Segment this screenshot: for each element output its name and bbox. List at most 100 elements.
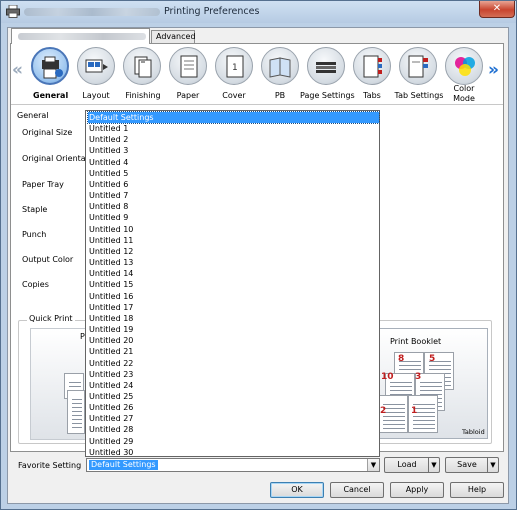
dropdown-option[interactable]: Untitled 27 <box>88 413 379 424</box>
page-text-line <box>413 424 435 425</box>
scroll-right-icon[interactable]: » <box>488 62 499 79</box>
color-mode-label: Color Mode <box>453 84 475 103</box>
booklet-page-number: 8 <box>398 354 405 364</box>
dropdown-option[interactable]: Untitled 29 <box>88 436 379 447</box>
tabs-label: Tabs <box>363 91 381 100</box>
layout-button[interactable] <box>77 47 115 85</box>
dropdown-option[interactable]: Untitled 2 <box>88 134 379 145</box>
page-text-line <box>390 386 412 387</box>
page-text-line <box>383 412 405 413</box>
dropdown-option[interactable]: Untitled 13 <box>88 257 379 268</box>
tab-advanced[interactable]: Advanced <box>151 30 196 44</box>
dropdown-option[interactable]: Untitled 3 <box>88 145 379 156</box>
cancel-button[interactable]: Cancel <box>330 482 384 498</box>
output-color-label: Output Color <box>22 255 74 264</box>
dropdown-option[interactable]: Untitled 23 <box>88 369 379 380</box>
page-text-line <box>399 365 421 366</box>
dropdown-option[interactable]: Untitled 5 <box>88 168 379 179</box>
tab-main[interactable] <box>11 28 150 44</box>
dropdown-option[interactable]: Untitled 22 <box>88 358 379 369</box>
apply-button[interactable]: Apply <box>390 482 444 498</box>
finishing-button[interactable] <box>123 47 161 85</box>
tab-settings-button[interactable] <box>399 47 437 85</box>
general-icon <box>42 56 63 79</box>
paper-icon <box>180 55 198 78</box>
page-text-line <box>413 416 435 417</box>
finishing-label: Finishing <box>125 91 161 100</box>
help-button[interactable]: Help <box>450 482 504 498</box>
close-button[interactable]: ✕ <box>479 1 515 18</box>
tab-settings-label: Tab Settings <box>394 91 444 100</box>
load-button[interactable]: Load ▼ <box>384 457 440 473</box>
staple-label: Staple <box>22 205 48 214</box>
title-bar[interactable]: Printing Preferences ✕ <box>1 1 516 23</box>
quick-print-page <box>67 390 85 434</box>
dropdown-option[interactable]: Untitled 16 <box>88 291 379 302</box>
tab-settings-icon <box>408 55 428 78</box>
dropdown-option[interactable]: Untitled 1 <box>88 123 379 134</box>
page-text-line <box>383 404 405 405</box>
dropdown-option[interactable]: Untitled 6 <box>88 179 379 190</box>
dropdown-option[interactable]: Untitled 14 <box>88 268 379 279</box>
paper-button[interactable] <box>169 47 207 85</box>
page-settings-button[interactable] <box>307 47 345 85</box>
dropdown-option[interactable]: Untitled 25 <box>88 391 379 402</box>
ok-button[interactable]: OK <box>270 482 324 498</box>
color-mode-button[interactable] <box>445 47 483 85</box>
page-text-line <box>72 419 82 420</box>
page-text-line <box>383 408 405 409</box>
chevron-down-icon[interactable]: ▼ <box>428 458 439 472</box>
favorite-setting-combo[interactable]: Default Settings ▼ <box>86 458 380 472</box>
dropdown-option[interactable]: Untitled 9 <box>88 212 379 223</box>
dropdown-option[interactable]: Untitled 7 <box>88 190 379 201</box>
tabs-button[interactable] <box>353 47 391 85</box>
paper-label: Paper <box>176 91 200 100</box>
dropdown-option[interactable]: Untitled 21 <box>88 346 379 357</box>
cover-button[interactable]: 1 <box>215 47 253 85</box>
booklet-size-label: Tabloid <box>462 428 485 436</box>
layout-label: Layout <box>82 91 110 100</box>
dropdown-option[interactable]: Untitled 12 <box>88 246 379 257</box>
dropdown-option[interactable]: Untitled 19 <box>88 324 379 335</box>
page-text-line <box>72 427 82 428</box>
dropdown-option[interactable]: Untitled 8 <box>88 201 379 212</box>
page-text-line <box>72 423 82 424</box>
document-name-redacted <box>24 8 160 16</box>
general-button[interactable] <box>31 47 69 85</box>
booklet-page-number: 2 <box>380 406 387 416</box>
window-title: Printing Preferences <box>164 6 260 17</box>
chevron-down-icon[interactable]: ▼ <box>487 458 498 472</box>
pb-icon <box>269 57 291 78</box>
favorite-setting-dropdown-list[interactable]: Default Settings Untitled 1 Untitled 2 Unti… <box>85 110 380 457</box>
page-text-line <box>72 403 82 404</box>
dropdown-option[interactable]: Default Settings <box>87 111 380 124</box>
page-text-line <box>72 399 82 400</box>
quick-print-label: Quick Print <box>27 314 75 323</box>
booklet-page-number: 10 <box>381 372 394 382</box>
printer-icon <box>6 5 20 18</box>
save-button[interactable]: Save ▼ <box>445 457 499 473</box>
page-text-line <box>420 386 442 387</box>
svg-text:1: 1 <box>232 63 238 73</box>
dropdown-option[interactable]: Untitled 20 <box>88 335 379 346</box>
tabs-icon <box>363 55 382 78</box>
dropdown-option[interactable]: Untitled 30 <box>88 447 379 458</box>
dropdown-option[interactable]: Untitled 10 <box>88 224 379 235</box>
save-button-label: Save <box>457 460 477 469</box>
dropdown-option[interactable]: Untitled 4 <box>88 157 379 168</box>
dropdown-option[interactable]: Untitled 15 <box>88 279 379 290</box>
page-text-line <box>72 415 82 416</box>
page-text-line <box>69 382 81 383</box>
dropdown-option[interactable]: Untitled 24 <box>88 380 379 391</box>
dropdown-option[interactable]: Untitled 26 <box>88 402 379 413</box>
tab-main-label-redacted <box>18 33 146 40</box>
dropdown-option[interactable]: Untitled 18 <box>88 313 379 324</box>
chevron-down-icon[interactable]: ▼ <box>367 459 379 471</box>
scroll-left-icon[interactable]: « <box>12 62 23 79</box>
page-text-line <box>413 428 435 429</box>
dropdown-option[interactable]: Untitled 11 <box>88 235 379 246</box>
pb-button[interactable] <box>261 47 299 85</box>
dropdown-option[interactable]: Untitled 28 <box>88 424 379 435</box>
dropdown-option[interactable]: Untitled 17 <box>88 302 379 313</box>
page-text-line <box>383 420 405 421</box>
